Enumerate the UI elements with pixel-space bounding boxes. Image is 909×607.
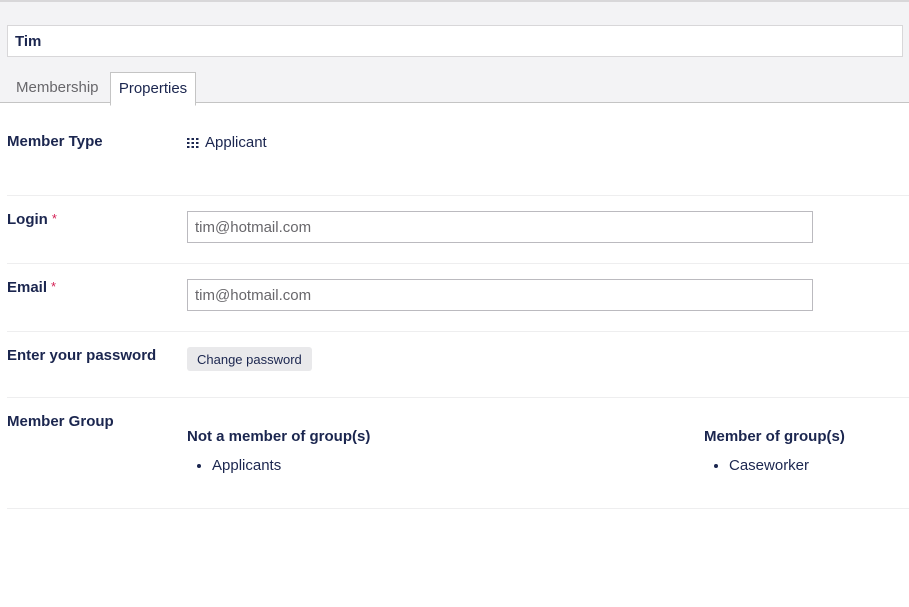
member-list: Caseworker	[704, 457, 845, 475]
tab-properties[interactable]: Properties	[110, 72, 196, 106]
not-member-groups: Not a member of group(s) Applicants	[187, 428, 370, 475]
email-input[interactable]	[187, 279, 813, 311]
login-input[interactable]	[187, 211, 813, 243]
not-member-title: Not a member of group(s)	[187, 428, 371, 445]
login-label-text: Login	[7, 211, 48, 228]
group-item-caseworker[interactable]: Caseworker	[729, 457, 845, 475]
email-label-text: Email	[7, 279, 48, 296]
email-label: Email *	[7, 279, 56, 296]
change-password-button[interactable]: Change password	[187, 347, 312, 371]
member-type-label: Member Type	[7, 133, 103, 150]
member-group-label: Member Group	[7, 413, 114, 430]
member-type-value: Applicant	[187, 134, 267, 151]
member-groups: Member of group(s) Caseworker	[704, 428, 845, 475]
member-group-row: Member Group Not a member of group(s) Ap…	[7, 398, 909, 509]
not-member-list: Applicants	[187, 457, 370, 475]
login-row: Login *	[7, 196, 909, 264]
member-name-input[interactable]	[7, 25, 903, 57]
email-required-mark: *	[51, 279, 57, 294]
member-type-row: Member Type Applicant	[7, 103, 909, 196]
password-label: Enter your password	[7, 347, 157, 364]
email-row: Email *	[7, 264, 909, 332]
member-type-text: Applicant	[205, 134, 267, 151]
grid-icon	[187, 137, 199, 148]
tab-membership[interactable]: Membership	[7, 72, 110, 105]
password-row: Enter your password Change password	[7, 332, 909, 398]
member-title: Member of group(s)	[704, 428, 845, 445]
editor-header: Membership Properties	[0, 0, 909, 106]
login-required-mark: *	[51, 211, 57, 226]
group-item-applicants[interactable]: Applicants	[212, 457, 370, 475]
login-label: Login *	[7, 211, 57, 228]
